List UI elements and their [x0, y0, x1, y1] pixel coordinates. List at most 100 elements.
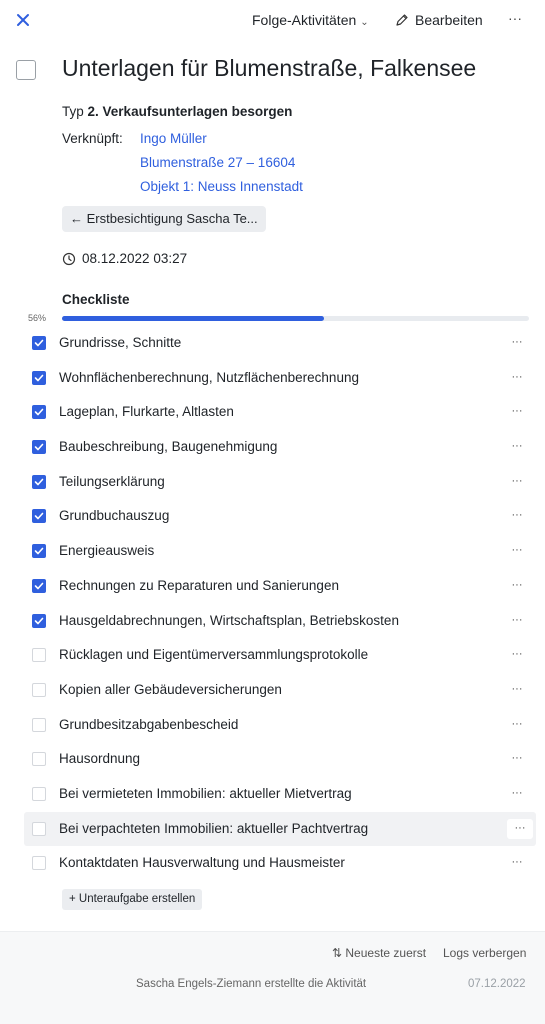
previous-activity-button[interactable]: ← Erstbesichtigung Sascha Te...	[62, 206, 266, 232]
checklist-item-label: Grundrisse, Schnitte	[59, 335, 182, 350]
checklist-item-more-button[interactable]: ···	[506, 611, 528, 631]
checklist-item[interactable]: Teilungserklärung ···	[24, 465, 536, 500]
checklist-item-label: Bei verpachteten Immobilien: aktueller P…	[59, 820, 369, 836]
checklist-item-checkbox[interactable]	[32, 544, 46, 559]
checklist-item-more-button[interactable]: ···	[506, 715, 528, 735]
checklist-item[interactable]: Bei vermieteten Immobilien: aktueller Mi…	[24, 777, 536, 812]
log-entry-date: 07.12.2022	[468, 978, 526, 990]
checklist-item-label: Hausordnung	[59, 751, 141, 767]
more-options-button[interactable]: ···	[508, 10, 522, 26]
checklist-item-label: Kontaktdaten Hausverwaltung und Hausmeis…	[59, 855, 345, 871]
checklist-item-label: Teilungserklärung	[59, 473, 165, 489]
checklist-item-label: Hausgeldabrechnungen, Wirtschaftsplan, B…	[59, 612, 399, 628]
checklist-item[interactable]: Kopien aller Gebäudeversicherungen ···	[24, 673, 536, 708]
edit-label: Bearbeiten	[415, 12, 483, 28]
checkmark-icon	[34, 409, 44, 416]
checklist-item-label: Baubeschreibung, Baugenehmigung	[59, 439, 278, 455]
checklist-item-checkbox[interactable]	[32, 717, 46, 732]
checklist-item[interactable]: Wohnflächenberechnung, Nutzflächenberech…	[24, 361, 536, 396]
activity-type: Typ 2. Verkaufsunterlagen besorgen	[62, 104, 292, 119]
checklist-item-label: Bei vermieteten Immobilien: aktueller Mi…	[59, 785, 352, 801]
checkmark-icon	[34, 582, 44, 590]
checklist-item-checkbox[interactable]	[32, 682, 46, 697]
checkmark-icon	[34, 478, 44, 486]
checklist-item[interactable]: Rücklagen und Eigentümerversammlungsprot…	[24, 638, 536, 673]
type-prefix: Typ	[62, 104, 84, 119]
checklist-item-checkbox[interactable]	[32, 336, 46, 350]
checklist-item[interactable]: Grundbesitzabgabenbescheid ···	[24, 708, 536, 743]
checklist-item[interactable]: Bei verpachteten Immobilien: aktueller P…	[24, 811, 536, 847]
checklist-item-more-button[interactable]: ···	[506, 784, 528, 804]
progress-bar	[62, 316, 529, 321]
checklist-item-more-button[interactable]: ···	[506, 680, 528, 700]
top-bar: Folge-Aktivitäten ⌄ Bearbeiten ···	[0, 0, 545, 42]
checklist-item-more-button[interactable]: ···	[506, 368, 528, 388]
checklist-item[interactable]: Lageplan, Flurkarte, Altlasten ···	[24, 395, 536, 430]
checklist-item[interactable]: Energieausweis ···	[24, 534, 536, 569]
checklist-item[interactable]: Baubeschreibung, Baugenehmigung ···	[24, 430, 536, 465]
checklist-item-more-button[interactable]: ···	[506, 437, 528, 457]
checklist-item-checkbox[interactable]	[32, 648, 46, 663]
checklist-item-checkbox[interactable]	[32, 821, 46, 836]
progress-percent: 56%	[28, 313, 47, 323]
checklist-item-more-button[interactable]: ···	[506, 506, 528, 526]
checklist-item-label: Rechnungen zu Reparaturen und Sanierunge…	[59, 577, 339, 593]
add-subtask-button[interactable]: + Unteraufgabe erstellen	[62, 889, 203, 910]
chevron-down-icon: ⌄	[360, 17, 369, 28]
checklist-title: Checkliste	[62, 292, 130, 307]
checklist-item[interactable]: Hausordnung ···	[24, 742, 536, 777]
checklist-item-label: Wohnflächenberechnung, Nutzflächenberech…	[59, 369, 359, 385]
checklist-item-checkbox[interactable]	[32, 578, 46, 593]
checklist-item-label: Grundbuchauszug	[59, 508, 170, 524]
checklist-item-more-button[interactable]: ···	[506, 853, 528, 873]
checklist-item-checkbox[interactable]	[32, 405, 46, 420]
follow-activities-dropdown[interactable]: Folge-Aktivitäten ⌄	[252, 12, 369, 28]
checklist-item-checkbox[interactable]	[32, 370, 46, 385]
linked-label: Verknüpft:	[62, 131, 123, 146]
close-button[interactable]	[16, 10, 36, 30]
checklist-item-checkbox[interactable]	[32, 509, 46, 524]
checklist-item-label: Kopien aller Gebäudeversicherungen	[59, 681, 282, 697]
checklist-item-more-button[interactable]: ···	[506, 576, 528, 596]
checklist-item[interactable]: Rechnungen zu Reparaturen und Sanierunge…	[24, 569, 536, 604]
activity-datetime: 08.12.2022 03:27	[62, 251, 187, 266]
progress-fill	[62, 316, 324, 321]
checklist-item-more-button[interactable]: ···	[507, 818, 533, 839]
activity-complete-checkbox[interactable]	[16, 60, 36, 80]
edit-button[interactable]: Bearbeiten	[395, 12, 483, 28]
sort-newest-first-button[interactable]: ⇅ Neueste zuerst	[332, 946, 426, 960]
checkmark-icon	[34, 513, 44, 520]
checklist-item-more-button[interactable]: ···	[506, 402, 528, 422]
checklist-item-checkbox[interactable]	[32, 440, 46, 455]
hide-logs-button[interactable]: Logs verbergen	[443, 946, 526, 960]
checklist-item-more-button[interactable]: ···	[506, 645, 528, 665]
checklist-item-checkbox[interactable]	[32, 613, 46, 628]
linked-object-link[interactable]: Objekt 1: Neuss Innenstadt	[140, 179, 303, 194]
checklist-item-checkbox[interactable]	[32, 752, 46, 767]
checklist-item-label: Energieausweis	[59, 543, 155, 559]
checklist: Grundrisse, Schnitte ··· Wohnflächenberech…	[24, 326, 536, 881]
checklist-item[interactable]: Grundbuchauszug ···	[24, 499, 536, 534]
checklist-item-label: Grundbesitzabgabenbescheid	[59, 716, 239, 732]
close-icon	[17, 14, 29, 26]
checklist-item-more-button[interactable]: ···	[506, 749, 528, 769]
checklist-item[interactable]: Kontaktdaten Hausverwaltung und Hausmeis…	[24, 846, 536, 881]
checkmark-icon	[34, 339, 44, 347]
checklist-item[interactable]: Hausgeldabrechnungen, Wirtschaftsplan, B…	[24, 604, 536, 639]
linked-person-link[interactable]: Ingo Müller	[140, 131, 207, 146]
pencil-icon	[396, 14, 408, 26]
checklist-item[interactable]: Grundrisse, Schnitte ···	[24, 326, 536, 361]
checklist-item-more-button[interactable]: ···	[506, 472, 528, 492]
checklist-item-more-button[interactable]: ···	[506, 541, 528, 561]
checklist-item-checkbox[interactable]	[32, 856, 46, 871]
checklist-item-checkbox[interactable]	[32, 474, 46, 489]
type-value: 2. Verkaufsunterlagen besorgen	[87, 104, 293, 119]
log-entry-text: Sascha Engels-Ziemann erstellte die Akti…	[136, 978, 367, 990]
activity-footer: ⇅ Neueste zuerst Logs verbergen Sascha E…	[0, 931, 545, 1024]
checklist-item-label: Lageplan, Flurkarte, Altlasten	[59, 404, 234, 420]
linked-address-link[interactable]: Blumenstraße 27 – 16604	[140, 155, 295, 170]
checklist-item-checkbox[interactable]	[32, 786, 46, 801]
checkmark-icon	[34, 547, 44, 555]
activity-title: Unterlagen für Blumenstraße, Falkensee	[62, 55, 477, 81]
checklist-item-more-button[interactable]: ···	[506, 333, 528, 353]
